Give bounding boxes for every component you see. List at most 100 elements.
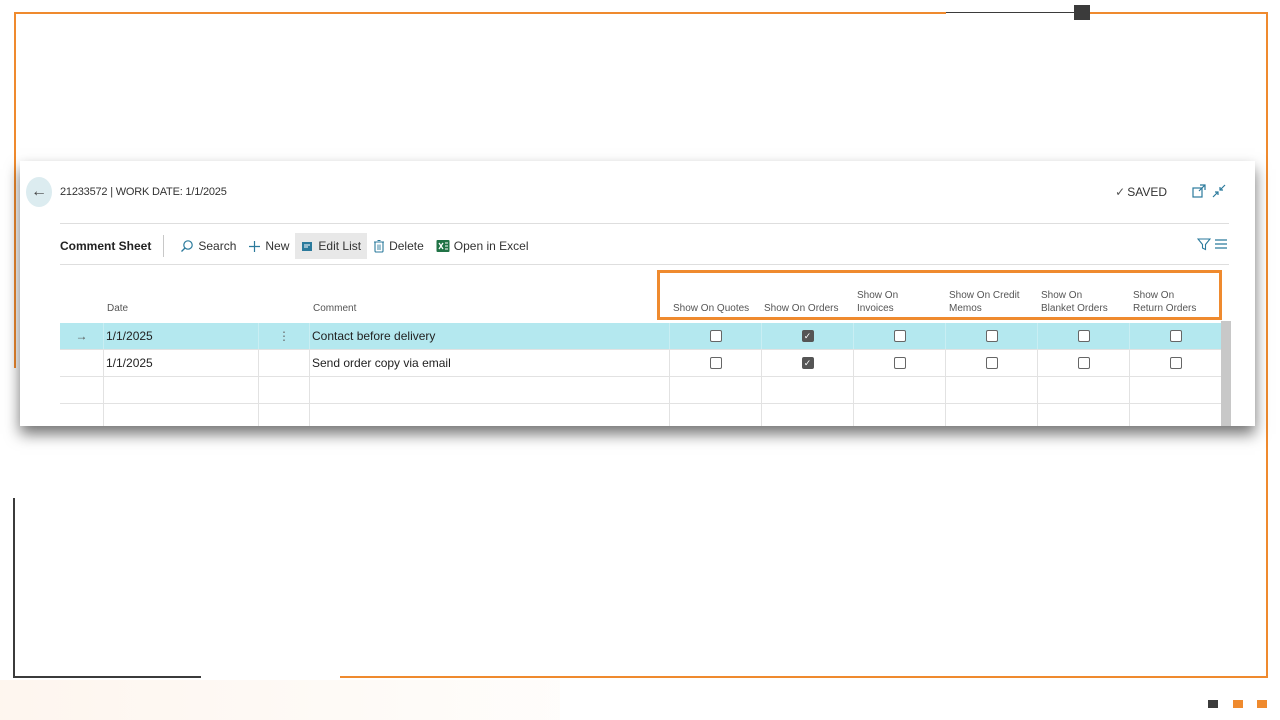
new-button[interactable]: New: [242, 233, 295, 259]
search-icon: [181, 240, 194, 252]
list-view-icon[interactable]: [1215, 238, 1227, 250]
credit-memos-cell: [945, 323, 1037, 349]
open-in-excel-button[interactable]: Open in Excel: [430, 233, 535, 259]
show-on-credit-memos-checkbox[interactable]: [985, 330, 998, 342]
show-on-blanket-orders-checkbox[interactable]: [1077, 330, 1090, 342]
blanket-orders-cell: [1037, 350, 1129, 376]
invoices-cell: [853, 323, 945, 349]
return-orders-cell: [1129, 350, 1221, 376]
plus-icon: [249, 240, 261, 252]
filter-icon[interactable]: [1197, 237, 1211, 251]
row-actions-cell: [258, 404, 309, 426]
credit-memos-cell[interactable]: [945, 377, 1037, 403]
invoices-cell: [853, 350, 945, 376]
credit-memos-cell[interactable]: [945, 404, 1037, 426]
comment-cell[interactable]: Send order copy via email: [309, 350, 669, 376]
date-cell[interactable]: 1/1/2025: [103, 323, 258, 349]
comment-sheet-page: ← 21233572 | WORK DATE: 1/1/2025 ✓ SAVED …: [20, 161, 1255, 426]
credit-memos-cell: [945, 350, 1037, 376]
empty-table-row[interactable]: [60, 377, 1221, 404]
saved-status: ✓ SAVED: [1115, 185, 1167, 199]
row-actions-ellipsis-icon[interactable]: ⋮: [258, 323, 309, 349]
empty-table-row[interactable]: [60, 404, 1221, 426]
row-actions-cell: [258, 350, 309, 376]
frame-left-bottom-line: [13, 498, 15, 678]
invoices-cell[interactable]: [853, 404, 945, 426]
bottom-decoration: [0, 680, 560, 720]
return-orders-cell[interactable]: [1129, 404, 1221, 426]
table-row[interactable]: 1/1/2025 Send order copy via email ✓: [60, 350, 1221, 377]
highlight-box: [657, 270, 1222, 320]
show-on-quotes-checkbox[interactable]: [709, 330, 722, 342]
show-on-blanket-orders-checkbox[interactable]: [1077, 357, 1090, 369]
vertical-scrollbar[interactable]: [1221, 321, 1231, 426]
comment-cell[interactable]: [309, 377, 669, 403]
show-on-orders-checkbox[interactable]: ✓: [801, 330, 814, 342]
row-indicator: [60, 350, 103, 376]
invoices-cell[interactable]: [853, 377, 945, 403]
row-indicator: [60, 404, 103, 426]
column-header-comment[interactable]: Comment: [313, 302, 356, 315]
frame-corner-square: [1074, 5, 1090, 20]
checkmark-icon: ✓: [1115, 185, 1126, 199]
orders-cell: ✓: [761, 350, 853, 376]
show-on-invoices-checkbox[interactable]: [893, 357, 906, 369]
slide-dot: [1233, 700, 1243, 708]
action-bar-separator: [163, 235, 165, 257]
page-title: 21233572 | WORK DATE: 1/1/2025: [60, 186, 227, 198]
show-on-orders-checkbox[interactable]: ✓: [801, 357, 814, 369]
date-cell[interactable]: [103, 377, 258, 403]
date-cell[interactable]: [103, 404, 258, 426]
back-button[interactable]: ←: [26, 177, 52, 207]
show-on-return-orders-checkbox[interactable]: [1169, 330, 1182, 342]
show-on-return-orders-checkbox[interactable]: [1169, 357, 1182, 369]
table-row[interactable]: → 1/1/2025 ⋮ Contact before delivery ✓: [60, 323, 1221, 350]
orders-cell[interactable]: [761, 377, 853, 403]
date-cell[interactable]: 1/1/2025: [103, 350, 258, 376]
return-orders-cell[interactable]: [1129, 377, 1221, 403]
delete-label: Delete: [389, 239, 424, 253]
blanket-orders-cell: [1037, 323, 1129, 349]
saved-label: SAVED: [1127, 185, 1167, 199]
show-on-invoices-checkbox[interactable]: [893, 330, 906, 342]
trash-icon: [374, 239, 385, 253]
edit-list-icon: [302, 241, 313, 251]
toolbar-divider: [60, 264, 1229, 265]
blanket-orders-cell[interactable]: [1037, 377, 1129, 403]
slide-dot: [1257, 700, 1267, 708]
column-header-date[interactable]: Date: [107, 302, 128, 315]
new-label: New: [265, 239, 290, 253]
frame-top-right-line: [1090, 12, 1268, 14]
frame-bottom-dark-line: [13, 676, 201, 678]
return-orders-cell: [1129, 323, 1221, 349]
blanket-orders-cell[interactable]: [1037, 404, 1129, 426]
action-bar: Comment Sheet Search New Edit List Delet…: [60, 233, 535, 259]
header-divider: [60, 223, 1229, 224]
quotes-cell[interactable]: [669, 404, 761, 426]
orders-cell[interactable]: [761, 404, 853, 426]
edit-list-label: Edit List: [318, 239, 362, 253]
delete-button[interactable]: Delete: [367, 233, 430, 259]
quotes-cell[interactable]: [669, 377, 761, 403]
frame-right-line: [1266, 12, 1268, 677]
grid-rows: → 1/1/2025 ⋮ Contact before delivery ✓ 1…: [60, 323, 1221, 426]
comment-cell[interactable]: [309, 404, 669, 426]
orders-cell: ✓: [761, 323, 853, 349]
arrow-left-icon: ←: [31, 183, 47, 200]
open-new-window-icon[interactable]: [1191, 183, 1207, 199]
collapse-icon[interactable]: [1211, 183, 1227, 199]
search-button[interactable]: Search: [174, 233, 242, 259]
action-bar-caption: Comment Sheet: [60, 239, 152, 253]
row-indicator: [60, 377, 103, 403]
excel-icon: [436, 240, 450, 252]
comment-cell[interactable]: Contact before delivery: [309, 323, 669, 349]
frame-bottom-line: [340, 676, 1268, 678]
edit-list-button[interactable]: Edit List: [295, 233, 368, 259]
open-in-excel-label: Open in Excel: [453, 239, 529, 253]
row-indicator-arrow-icon: →: [75, 329, 88, 343]
frame-left-top-line: [14, 12, 16, 368]
show-on-quotes-checkbox[interactable]: [709, 357, 722, 369]
show-on-credit-memos-checkbox[interactable]: [985, 357, 998, 369]
slide-dot: [1208, 700, 1218, 708]
row-actions-cell: [258, 377, 309, 403]
